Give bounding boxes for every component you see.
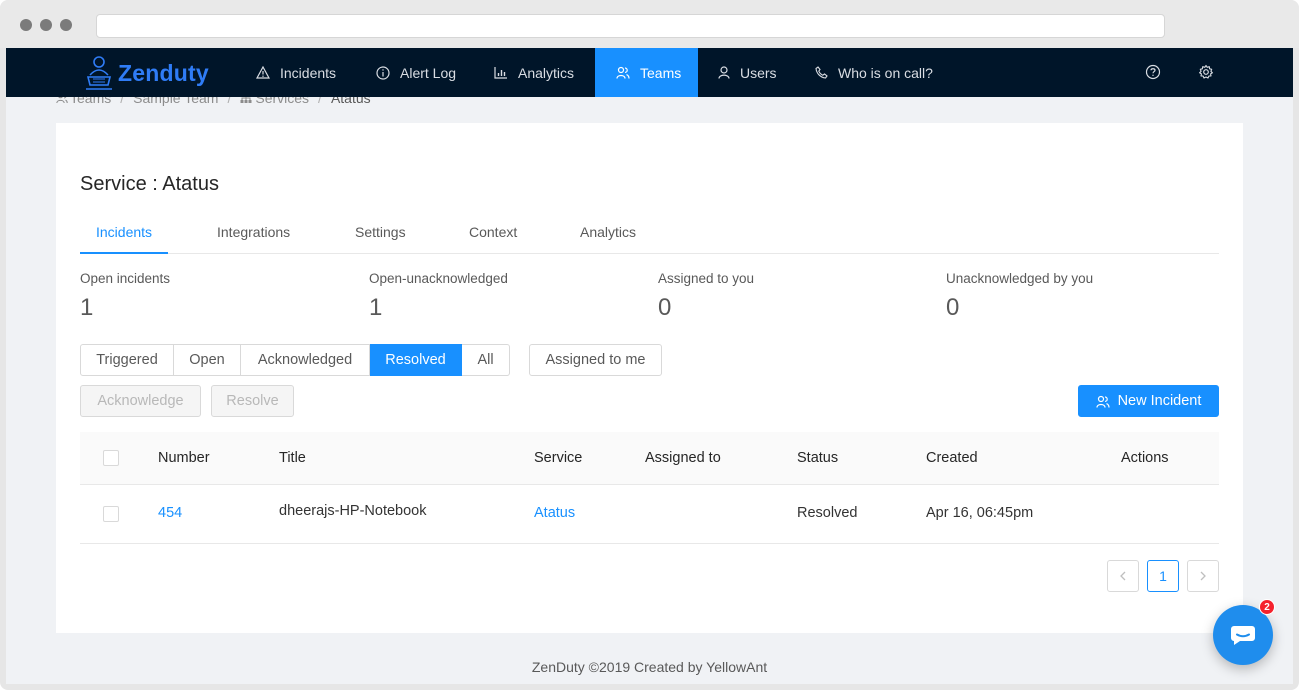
nav-analytics-label: Analytics	[518, 64, 575, 81]
bar-chart-icon	[494, 67, 507, 79]
table-row[interactable]: 454 dheerajs-HP-Notebook Atatus Resolved…	[80, 485, 1219, 544]
settings-icon[interactable]	[1198, 64, 1214, 80]
nav-incidents[interactable]: Incidents	[256, 48, 352, 97]
assigned-to-me-button[interactable]: Assigned to me	[529, 344, 662, 376]
stat-label: Unacknowledged by you	[946, 271, 1094, 286]
info-circle-icon	[376, 65, 390, 80]
stat-open-incidents: Open incidents 1	[80, 271, 170, 322]
incident-status: Resolved	[797, 505, 858, 521]
chat-notification-badge: 2	[1259, 599, 1275, 615]
stat-label: Open-unacknowledged	[369, 271, 508, 286]
stat-label: Assigned to you	[658, 271, 755, 286]
status-filter-group: Triggered Open Acknowledged Resolved All	[80, 344, 510, 376]
column-header-service[interactable]: Service	[534, 450, 582, 466]
browser-titlebar	[0, 0, 1299, 48]
acknowledge-button[interactable]: Acknowledge	[80, 385, 201, 417]
user-icon	[718, 66, 730, 79]
stat-assigned-to-you: Assigned to you 0	[658, 271, 754, 322]
new-incident-button[interactable]: New Incident	[1078, 385, 1219, 417]
column-header-title[interactable]: Title	[279, 450, 306, 466]
address-bar[interactable]	[96, 14, 1165, 38]
stat-value: 0	[946, 294, 960, 321]
chevron-left-icon	[1120, 571, 1126, 581]
page-footer: ZenDuty ©2019 Created by YellowAnt	[531, 659, 768, 675]
nav-incidents-label: Incidents	[280, 64, 337, 81]
page-title: Service : Atatus	[80, 173, 219, 195]
filter-open[interactable]: Open	[174, 344, 241, 376]
row-checkbox[interactable]	[103, 506, 119, 522]
nav-analytics[interactable]: Analytics	[494, 48, 594, 97]
filter-resolved[interactable]: Resolved	[370, 344, 462, 376]
zenduty-logo-icon	[86, 56, 112, 90]
filter-all[interactable]: All	[462, 344, 510, 376]
incident-title: dheerajs-HP-Notebook	[279, 503, 427, 519]
page-viewport: Teams / Sample Team / Services / Atatus …	[6, 48, 1293, 684]
pagination-page-1[interactable]: 1	[1147, 560, 1179, 592]
tab-integrations[interactable]: Integrations	[201, 221, 306, 254]
tab-settings[interactable]: Settings	[339, 221, 422, 254]
nav-users-label: Users	[740, 64, 777, 81]
pagination-prev[interactable]	[1107, 560, 1139, 592]
team-icon	[1095, 395, 1110, 408]
incidents-table: Number Title Service Assigned to Status …	[80, 432, 1219, 544]
resolve-button[interactable]: Resolve	[211, 385, 294, 417]
stat-unacknowledged-by-you: Unacknowledged by you 0	[946, 271, 1093, 322]
pagination-next[interactable]	[1187, 560, 1219, 592]
browser-window: Teams / Sample Team / Services / Atatus …	[0, 0, 1299, 690]
stat-open-unacknowledged: Open-unacknowledged 1	[369, 271, 508, 322]
help-icon[interactable]	[1145, 64, 1161, 80]
phone-icon	[815, 66, 828, 79]
select-all-checkbox[interactable]	[103, 450, 119, 466]
nav-teams[interactable]: Teams	[595, 48, 698, 97]
stat-value: 0	[658, 294, 672, 321]
filter-triggered[interactable]: Triggered	[80, 344, 174, 376]
nav-teams-label: Teams	[640, 64, 682, 81]
service-tabs: Incidents Integrations Settings Context …	[80, 221, 1219, 254]
stat-value: 1	[80, 294, 94, 321]
window-maximize-dot[interactable]	[60, 19, 72, 31]
column-header-created[interactable]: Created	[926, 450, 978, 466]
incident-number-link[interactable]: 454	[158, 505, 182, 521]
nav-who-is-on-call[interactable]: Who is on call?	[815, 48, 955, 97]
new-incident-label: New Incident	[1117, 393, 1202, 409]
filter-acknowledged[interactable]: Acknowledged	[241, 344, 370, 376]
tab-context[interactable]: Context	[453, 221, 533, 254]
window-close-dot[interactable]	[20, 19, 32, 31]
tab-analytics[interactable]: Analytics	[564, 221, 652, 254]
warning-icon	[256, 66, 270, 79]
column-header-number[interactable]: Number	[158, 450, 210, 466]
column-header-assigned-to[interactable]: Assigned to	[645, 450, 721, 466]
tab-incidents[interactable]: Incidents	[80, 221, 169, 254]
column-header-status[interactable]: Status	[797, 450, 838, 466]
nav-alert-log-label: Alert Log	[400, 64, 457, 81]
stat-value: 1	[369, 294, 383, 321]
top-navbar: Zenduty Incidents Alert Log Analytics Te…	[6, 48, 1293, 97]
table-header: Number Title Service Assigned to Status …	[80, 432, 1219, 485]
window-minimize-dot[interactable]	[40, 19, 52, 31]
chat-icon	[1231, 626, 1255, 645]
team-icon	[616, 66, 630, 79]
incident-created: Apr 16, 06:45pm	[926, 505, 1034, 521]
nav-alert-log[interactable]: Alert Log	[376, 48, 476, 97]
service-card: Service : Atatus Incidents Integrations …	[56, 123, 1243, 633]
stat-label: Open incidents	[80, 271, 171, 286]
column-header-actions: Actions	[1121, 450, 1169, 466]
nav-users[interactable]: Users	[718, 48, 798, 97]
zenduty-logo[interactable]: Zenduty	[84, 54, 209, 92]
brand-name: Zenduty	[118, 59, 209, 86]
chevron-right-icon	[1200, 571, 1206, 581]
incident-service-link[interactable]: Atatus	[534, 505, 575, 521]
nav-who-is-on-call-label: Who is on call?	[838, 64, 933, 81]
